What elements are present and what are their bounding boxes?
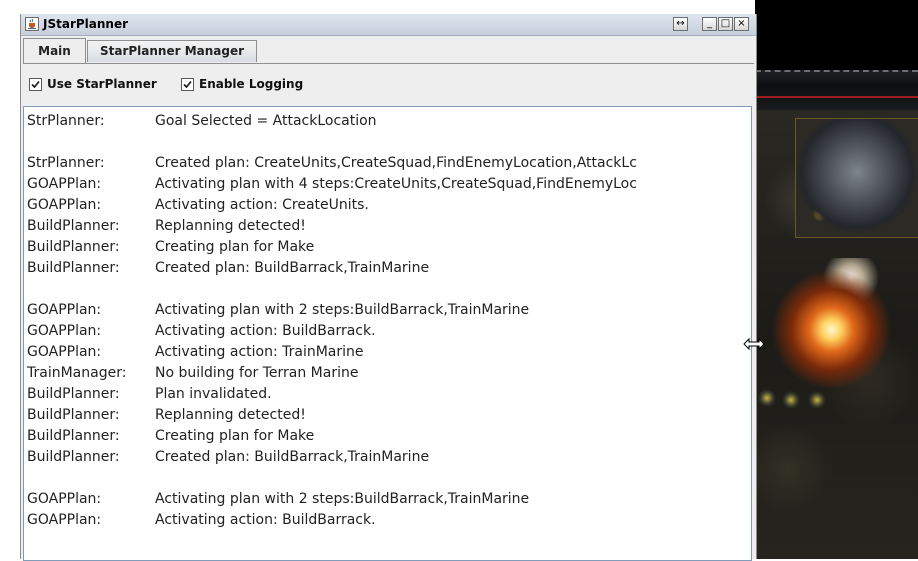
- use-starplanner-label: Use StarPlanner: [47, 77, 157, 91]
- log-source: BuildPlanner:: [27, 218, 120, 234]
- log-message: Replanning detected!: [155, 218, 306, 234]
- log-message: Activating plan with 4 steps:CreateUnits…: [155, 176, 637, 192]
- log-source: BuildPlanner:: [27, 239, 120, 255]
- resize-cursor-icon: [743, 336, 765, 351]
- log-message: Created plan: BuildBarrack,TrainMarine: [155, 449, 430, 465]
- log-source: StrPlanner:: [27, 155, 105, 171]
- close-button[interactable]: ×: [734, 17, 749, 31]
- log-source: StrPlanner:: [27, 113, 105, 129]
- log-source: BuildPlanner:: [27, 407, 120, 423]
- log-message: No building for Terran Marine: [155, 365, 359, 381]
- title-bar[interactable]: JStarPlanner ↔ _ □ ×: [21, 14, 756, 36]
- log-source: GOAPPlan:: [27, 344, 102, 360]
- jstarplanner-window: JStarPlanner ↔ _ □ × Main StarPlanner Ma…: [20, 14, 757, 561]
- log-message: Replanning detected!: [155, 407, 306, 423]
- log-message: Activating action: BuildBarrack.: [155, 323, 376, 339]
- log-message: Activating action: BuildBarrack.: [155, 512, 376, 528]
- log-source: GOAPPlan:: [27, 176, 102, 192]
- checkmark-icon[interactable]: [181, 78, 194, 91]
- game-view: [755, 0, 918, 559]
- game-command-center: [795, 118, 918, 238]
- log-message: Activating action: TrainMarine: [155, 344, 364, 360]
- log-message: Creating plan for Make: [155, 428, 315, 444]
- game-hud: [755, 0, 918, 70]
- java-cup-icon: [25, 17, 39, 31]
- log-message: Created plan: CreateUnits,CreateSquad,Fi…: [155, 155, 637, 171]
- enable-logging-label: Enable Logging: [199, 77, 304, 91]
- log-source: GOAPPlan:: [27, 197, 102, 213]
- log-output[interactable]: StrPlanner: Goal Selected = AttackLocatio…: [23, 106, 752, 561]
- log-message: Activating plan with 2 steps:BuildBarrac…: [155, 302, 530, 318]
- log-message: Creating plan for Make: [155, 239, 315, 255]
- log-source: BuildPlanner:: [27, 260, 120, 276]
- window-title: JStarPlanner: [43, 17, 129, 31]
- log-message: Activating action: CreateUnits.: [155, 197, 369, 213]
- log-source: GOAPPlan:: [27, 302, 102, 318]
- game-units: [755, 378, 845, 418]
- checkmark-icon[interactable]: [29, 78, 42, 91]
- tab-starplanner-manager[interactable]: StarPlanner Manager: [87, 40, 257, 62]
- log-message: Created plan: BuildBarrack,TrainMarine: [155, 260, 430, 276]
- tab-main[interactable]: Main: [23, 38, 86, 64]
- log-source: BuildPlanner:: [27, 428, 120, 444]
- log-source: GOAPPlan:: [27, 323, 102, 339]
- log-source: GOAPPlan:: [27, 512, 102, 528]
- maximize-button[interactable]: □: [718, 17, 733, 31]
- game-terrain-band: [755, 70, 918, 112]
- tab-strip: Main StarPlanner Manager: [21, 36, 756, 64]
- main-panel: Use StarPlanner Enable Logging StrPlanne…: [23, 63, 754, 561]
- log-message: Goal Selected = AttackLocation: [155, 113, 377, 129]
- game-boundary-line: [755, 96, 918, 98]
- log-source: BuildPlanner:: [27, 449, 120, 465]
- log-source: GOAPPlan:: [27, 491, 102, 507]
- horizontal-resize-icon[interactable]: ↔: [673, 17, 688, 31]
- log-message: Plan invalidated.: [155, 386, 272, 402]
- log-message: Activating plan with 2 steps:BuildBarrac…: [155, 491, 530, 507]
- log-source: BuildPlanner:: [27, 386, 120, 402]
- game-explosion: [773, 258, 903, 388]
- log-source: TrainManager:: [27, 365, 127, 381]
- minimize-button[interactable]: _: [702, 17, 717, 31]
